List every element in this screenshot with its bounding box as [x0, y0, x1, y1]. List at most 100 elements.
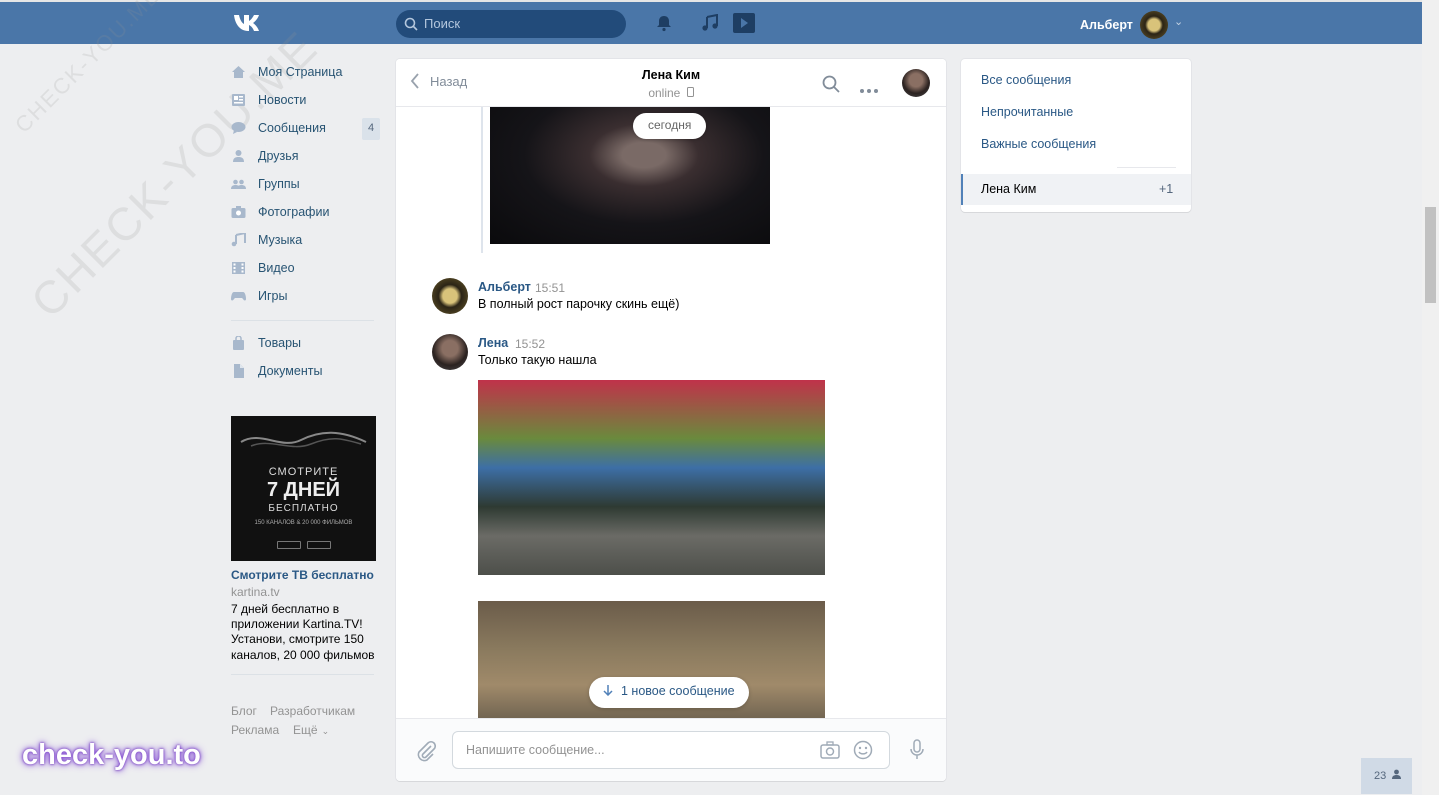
active-dialog-name: Лена Ким — [981, 182, 1037, 196]
sidebar-item-label: Новости — [258, 93, 307, 107]
emoji-icon[interactable] — [853, 740, 873, 763]
footer-more-label: Ещё — [293, 723, 318, 737]
search-placeholder: Поиск — [424, 16, 461, 31]
top-header: Поиск Альберт ⌄ — [0, 0, 1422, 44]
messages-icon — [231, 121, 246, 135]
mobile-icon — [686, 87, 694, 97]
message-photo[interactable] — [478, 380, 825, 575]
messages-count-badge: 4 — [362, 118, 380, 140]
sidebar-item-goods[interactable]: Товары — [231, 333, 301, 353]
message-author[interactable]: Альберт — [478, 280, 531, 294]
filter-unread[interactable]: Непрочитанные — [981, 105, 1073, 119]
ad-line4: 150 КАНАЛОВ & 20 000 ФИЛЬМОВ — [254, 520, 353, 526]
filter-important[interactable]: Важные сообщения — [981, 137, 1096, 151]
groups-icon — [231, 177, 246, 191]
footer-link-blog[interactable]: Блог — [231, 704, 257, 718]
ad-description[interactable]: 7 дней бесплатно в приложении Kartina.TV… — [231, 602, 381, 663]
ad-graphic — [240, 431, 367, 448]
ad-line2: 7 ДНЕЙ — [266, 479, 341, 501]
peer-name[interactable]: Лена Ким — [396, 68, 946, 82]
avatar[interactable] — [902, 69, 930, 97]
paperclip-icon[interactable] — [416, 740, 437, 765]
active-dialog-item[interactable]: Лена Ким +1 — [961, 174, 1191, 205]
panel-divider — [1117, 167, 1176, 168]
chevron-down-icon: ⌄ — [321, 726, 330, 736]
filter-all-messages[interactable]: Все сообщения — [981, 73, 1071, 87]
search-icon[interactable] — [822, 75, 840, 96]
brand-watermark: check-you.to — [22, 739, 201, 771]
page-scrollbar[interactable] — [1422, 0, 1439, 795]
bag-icon — [231, 335, 246, 350]
home-icon — [231, 65, 246, 79]
sidebar-item-label: Друзья — [258, 149, 299, 163]
peer-status-label: online — [648, 86, 681, 100]
avatar[interactable] — [1140, 11, 1168, 39]
message-time[interactable]: 15:51 — [535, 281, 565, 295]
microphone-icon[interactable] — [909, 739, 925, 764]
message-text: В полный рост парочку скинь ещё) — [478, 297, 680, 311]
friends-icon — [231, 149, 246, 163]
user-icon — [1392, 769, 1402, 779]
avatar[interactable] — [432, 334, 468, 370]
online-friends-counter[interactable]: 23 — [1361, 758, 1412, 794]
sidebar-item-label: Музыка — [258, 233, 303, 247]
ad-domain[interactable]: kartina.tv — [231, 585, 280, 599]
footer-link-ads[interactable]: Реклама — [231, 723, 279, 737]
sidebar-item-label: Товары — [258, 336, 301, 350]
sidebar-item-photos[interactable]: Фотографии — [231, 202, 329, 222]
new-messages-button[interactable]: 1 новое сообщение — [589, 677, 749, 708]
scrollbar-thumb[interactable] — [1425, 207, 1436, 303]
camera-icon — [231, 205, 246, 219]
message-time[interactable]: 15:52 — [515, 337, 545, 351]
forwarded-quote-line — [481, 107, 483, 253]
message-photo[interactable] — [490, 107, 770, 244]
sidebar-item-label: Группы — [258, 177, 300, 191]
message-text: Только такую нашла — [478, 353, 597, 367]
sidebar-item-messages[interactable]: Сообщения — [231, 118, 326, 138]
date-pill: сегодня — [633, 113, 707, 139]
sidebar-item-label: Фотографии — [258, 205, 330, 219]
avatar[interactable] — [432, 278, 468, 314]
footer-link-more[interactable]: Ещё ⌄ — [293, 723, 329, 737]
search-input[interactable]: Поиск — [396, 10, 626, 38]
sidebar-divider — [231, 674, 374, 675]
sidebar-item-groups[interactable]: Группы — [231, 174, 300, 194]
chevron-down-icon[interactable]: ⌄ — [1174, 15, 1183, 28]
search-icon — [404, 17, 418, 31]
sidebar-item-label: Моя Страница — [258, 65, 343, 79]
message-composer: Напишите сообщение... — [396, 718, 946, 781]
news-icon — [231, 93, 246, 107]
sidebar-item-music[interactable]: Музыка — [231, 230, 302, 250]
sidebar-item-friends[interactable]: Друзья — [231, 146, 299, 166]
sidebar-item-label: Игры — [258, 289, 288, 303]
ad-line1: СМОТРИТЕ — [268, 466, 339, 478]
sidebar-item-video[interactable]: Видео — [231, 258, 295, 278]
music-icon[interactable] — [701, 13, 719, 35]
vk-logo-icon[interactable] — [232, 13, 266, 33]
sidebar-item-label: Документы — [258, 364, 323, 378]
footer-link-developers[interactable]: Разработчикам — [270, 704, 355, 718]
dialogs-filter-panel: Все сообщения Непрочитанные Важные сообщ… — [961, 59, 1191, 212]
sidebar-item-news[interactable]: Новости — [231, 90, 306, 110]
camera-icon[interactable] — [820, 741, 840, 762]
user-name[interactable]: Альберт — [1080, 18, 1133, 32]
video-icon — [231, 261, 246, 275]
sidebar-item-documents[interactable]: Документы — [231, 361, 322, 381]
play-icon[interactable] — [730, 12, 756, 37]
google-play-badge — [277, 541, 301, 549]
gamepad-icon — [231, 289, 246, 303]
document-icon — [231, 364, 246, 378]
sidebar-item-label: Сообщения — [258, 121, 326, 135]
sidebar-item-games[interactable]: Игры — [231, 286, 287, 306]
bell-icon[interactable] — [655, 14, 673, 35]
ad-line3: БЕСПЛАТНО — [268, 503, 339, 514]
ad-title[interactable]: Смотрите ТВ бесплатно — [231, 568, 374, 582]
sidebar-item-my-page[interactable]: Моя Страница — [231, 62, 342, 82]
new-messages-label: 1 новое сообщение — [621, 684, 735, 698]
ad-banner[interactable]: СМОТРИТЕ 7 ДНЕЙ БЕСПЛАТНО 150 КАНАЛОВ & … — [231, 416, 376, 561]
app-store-badge — [307, 541, 331, 549]
more-icon[interactable] — [860, 81, 878, 96]
active-dialog-count: +1 — [1159, 182, 1174, 196]
message-author[interactable]: Лена — [478, 336, 508, 350]
sidebar-item-label: Видео — [258, 261, 295, 275]
